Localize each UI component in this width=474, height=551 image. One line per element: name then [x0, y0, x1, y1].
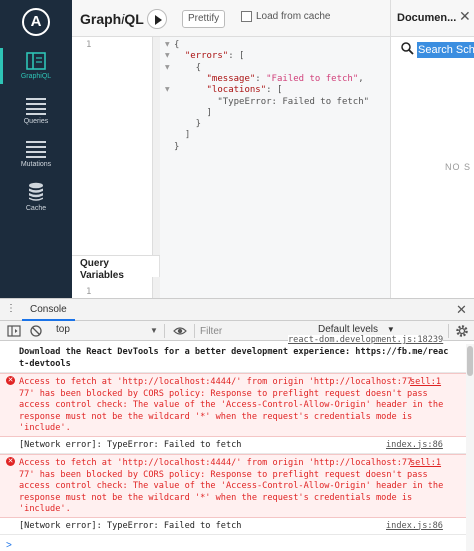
- toolbar-divider: [164, 324, 165, 338]
- console-message-line: Download the React DevTools for a better…: [19, 347, 449, 357]
- context-select[interactable]: top: [56, 324, 70, 335]
- result-line: ]: [174, 107, 212, 118]
- result-line: "message": "Failed to fetch",: [206, 73, 364, 84]
- sidebar-item-label: Queries: [23, 118, 49, 125]
- console-message-line: [Network error]: TypeError: Failed to fe…: [19, 439, 242, 450]
- result-line: "locations": [: [206, 85, 283, 96]
- result-viewer: ▼ { ▼ "errors": [ ▼ { "message": "Failed to…: [160, 37, 390, 298]
- toolbar-divider: [194, 324, 195, 338]
- docs-search-input[interactable]: Search Sche: [417, 42, 474, 58]
- console-message-line: Access to fetch at 'http://localhost:444…: [19, 377, 413, 387]
- graphiql-toolbar: GraphiQL Prettify Load from cache: [72, 0, 390, 37]
- sidebar-item-mutations[interactable]: Mutations: [0, 141, 72, 168]
- variables-line-number: 1: [86, 287, 92, 297]
- devtools-panel: ⋮ Console ✕ top ▼ Default levels ▼: [0, 298, 474, 551]
- fold-arrow-icon[interactable]: ▼: [165, 86, 170, 93]
- fold-arrow-icon[interactable]: ▼: [165, 64, 170, 71]
- search-icon: [401, 42, 414, 55]
- load-from-cache-label: Load from cache: [256, 11, 331, 22]
- console-scrollbar[interactable]: [466, 344, 474, 551]
- console-message-line: response must not be the wildcard '*' wh…: [19, 492, 413, 503]
- tab-console[interactable]: Console: [22, 299, 75, 321]
- sidebar-item-label: Mutations: [20, 161, 52, 168]
- result-line: {: [174, 62, 202, 73]
- sidebar-item-queries[interactable]: Queries: [0, 98, 72, 125]
- console-message-line: Access to fetch at 'http://localhost:444…: [19, 458, 413, 468]
- result-line: }: [174, 141, 180, 152]
- console-log-row: Download the React DevTools for a better…: [0, 335, 474, 373]
- console-message-line: [Network error]: TypeError: Failed to fe…: [19, 520, 242, 531]
- list-icon: [26, 98, 46, 115]
- sidebar-item-label: Cache: [25, 205, 47, 212]
- list-icon: [26, 141, 46, 158]
- graphiql-icon: [26, 52, 46, 70]
- query-variables-title[interactable]: Query Variables: [80, 258, 140, 282]
- query-editor[interactable]: 1 Query Variables 1: [72, 37, 160, 298]
- sidebar-toggle-icon[interactable]: [7, 324, 21, 338]
- console-error-row: ✕ Access to fetch at 'http://localhost:44…: [0, 373, 474, 437]
- variables-divider[interactable]: [72, 255, 160, 256]
- chevron-down-icon[interactable]: ▼: [150, 326, 158, 335]
- console-source-link[interactable]: sell:1: [410, 377, 441, 389]
- gear-icon[interactable]: [455, 324, 469, 338]
- devtools-tabbar: ⋮ Console ✕: [0, 299, 474, 321]
- close-icon[interactable]: ✕: [456, 302, 467, 318]
- toolbar-divider: [448, 324, 449, 338]
- error-icon: ✕: [6, 457, 15, 466]
- result-line: "errors": [: [184, 51, 245, 62]
- prettify-button[interactable]: Prettify: [182, 10, 226, 28]
- app-sidebar: A GraphiQL Queries Mutations Cache: [0, 0, 72, 298]
- close-icon[interactable]: ✕: [459, 8, 471, 25]
- fold-arrow-icon[interactable]: ▼: [165, 41, 170, 48]
- graphiql-title: GraphiQL: [80, 11, 144, 27]
- sidebar-item-graphiql[interactable]: GraphiQL: [0, 48, 72, 84]
- console-prompt[interactable]: >: [6, 540, 12, 551]
- result-line: "TypeError: Failed to fetch": [174, 96, 370, 107]
- database-icon: [29, 182, 43, 201]
- execute-query-button[interactable]: [147, 9, 167, 29]
- chevron-down-icon: ▼: [386, 325, 395, 334]
- console-message-line: access control check: The value of the '…: [19, 400, 444, 410]
- console-log-row: [Network error]: TypeError: Failed to fe…: [0, 518, 474, 535]
- load-from-cache-checkbox[interactable]: [241, 11, 252, 22]
- sidebar-item-label: GraphiQL: [20, 73, 52, 80]
- eye-icon[interactable]: [173, 324, 187, 338]
- menu-icon[interactable]: ⋮: [6, 303, 16, 314]
- console-error-row: ✕ Access to fetch at 'http://localhost:44…: [0, 454, 474, 518]
- console-message-line: response must not be the wildcard '*' wh…: [19, 411, 413, 422]
- docs-explorer: Documen... ✕ Search Sche NO S: [390, 0, 474, 298]
- console-message-line: access control check: The value of the '…: [19, 481, 444, 491]
- docs-empty-message: NO S: [445, 162, 472, 172]
- console-source-link[interactable]: index.js:86: [386, 440, 443, 452]
- line-number: 1: [86, 40, 92, 50]
- console-log-row: [Network error]: TypeError: Failed to fe…: [0, 437, 474, 454]
- result-line: {: [174, 40, 180, 50]
- error-icon: ✕: [6, 376, 15, 385]
- console-message-line: 77' has been blocked by CORS policy: Res…: [19, 388, 428, 399]
- clear-console-icon[interactable]: [29, 324, 43, 338]
- console-source-link[interactable]: react-dom.development.js:18239: [288, 335, 444, 347]
- fold-arrow-icon[interactable]: ▼: [165, 52, 170, 59]
- docs-header: Documen... ✕: [391, 0, 474, 37]
- query-scrollbar[interactable]: [152, 37, 160, 255]
- result-line: ]: [174, 130, 191, 141]
- console-message-line: 'include'.: [19, 504, 71, 514]
- result-line: }: [174, 119, 202, 130]
- console-message-line: 77' has been blocked by CORS policy: Res…: [19, 469, 428, 480]
- console-source-link[interactable]: sell:1: [410, 458, 441, 470]
- variables-scrollbar[interactable]: [152, 277, 160, 298]
- sidebar-item-cache[interactable]: Cache: [0, 182, 72, 212]
- app-logo: A: [22, 8, 50, 36]
- log-levels-select[interactable]: Default levels ▼: [318, 324, 395, 335]
- console-message-line: 'include'.: [19, 423, 71, 433]
- console-message-line: t-devtools: [19, 358, 71, 369]
- docs-title: Documen...: [397, 12, 457, 24]
- console-source-link[interactable]: index.js:86: [386, 521, 443, 533]
